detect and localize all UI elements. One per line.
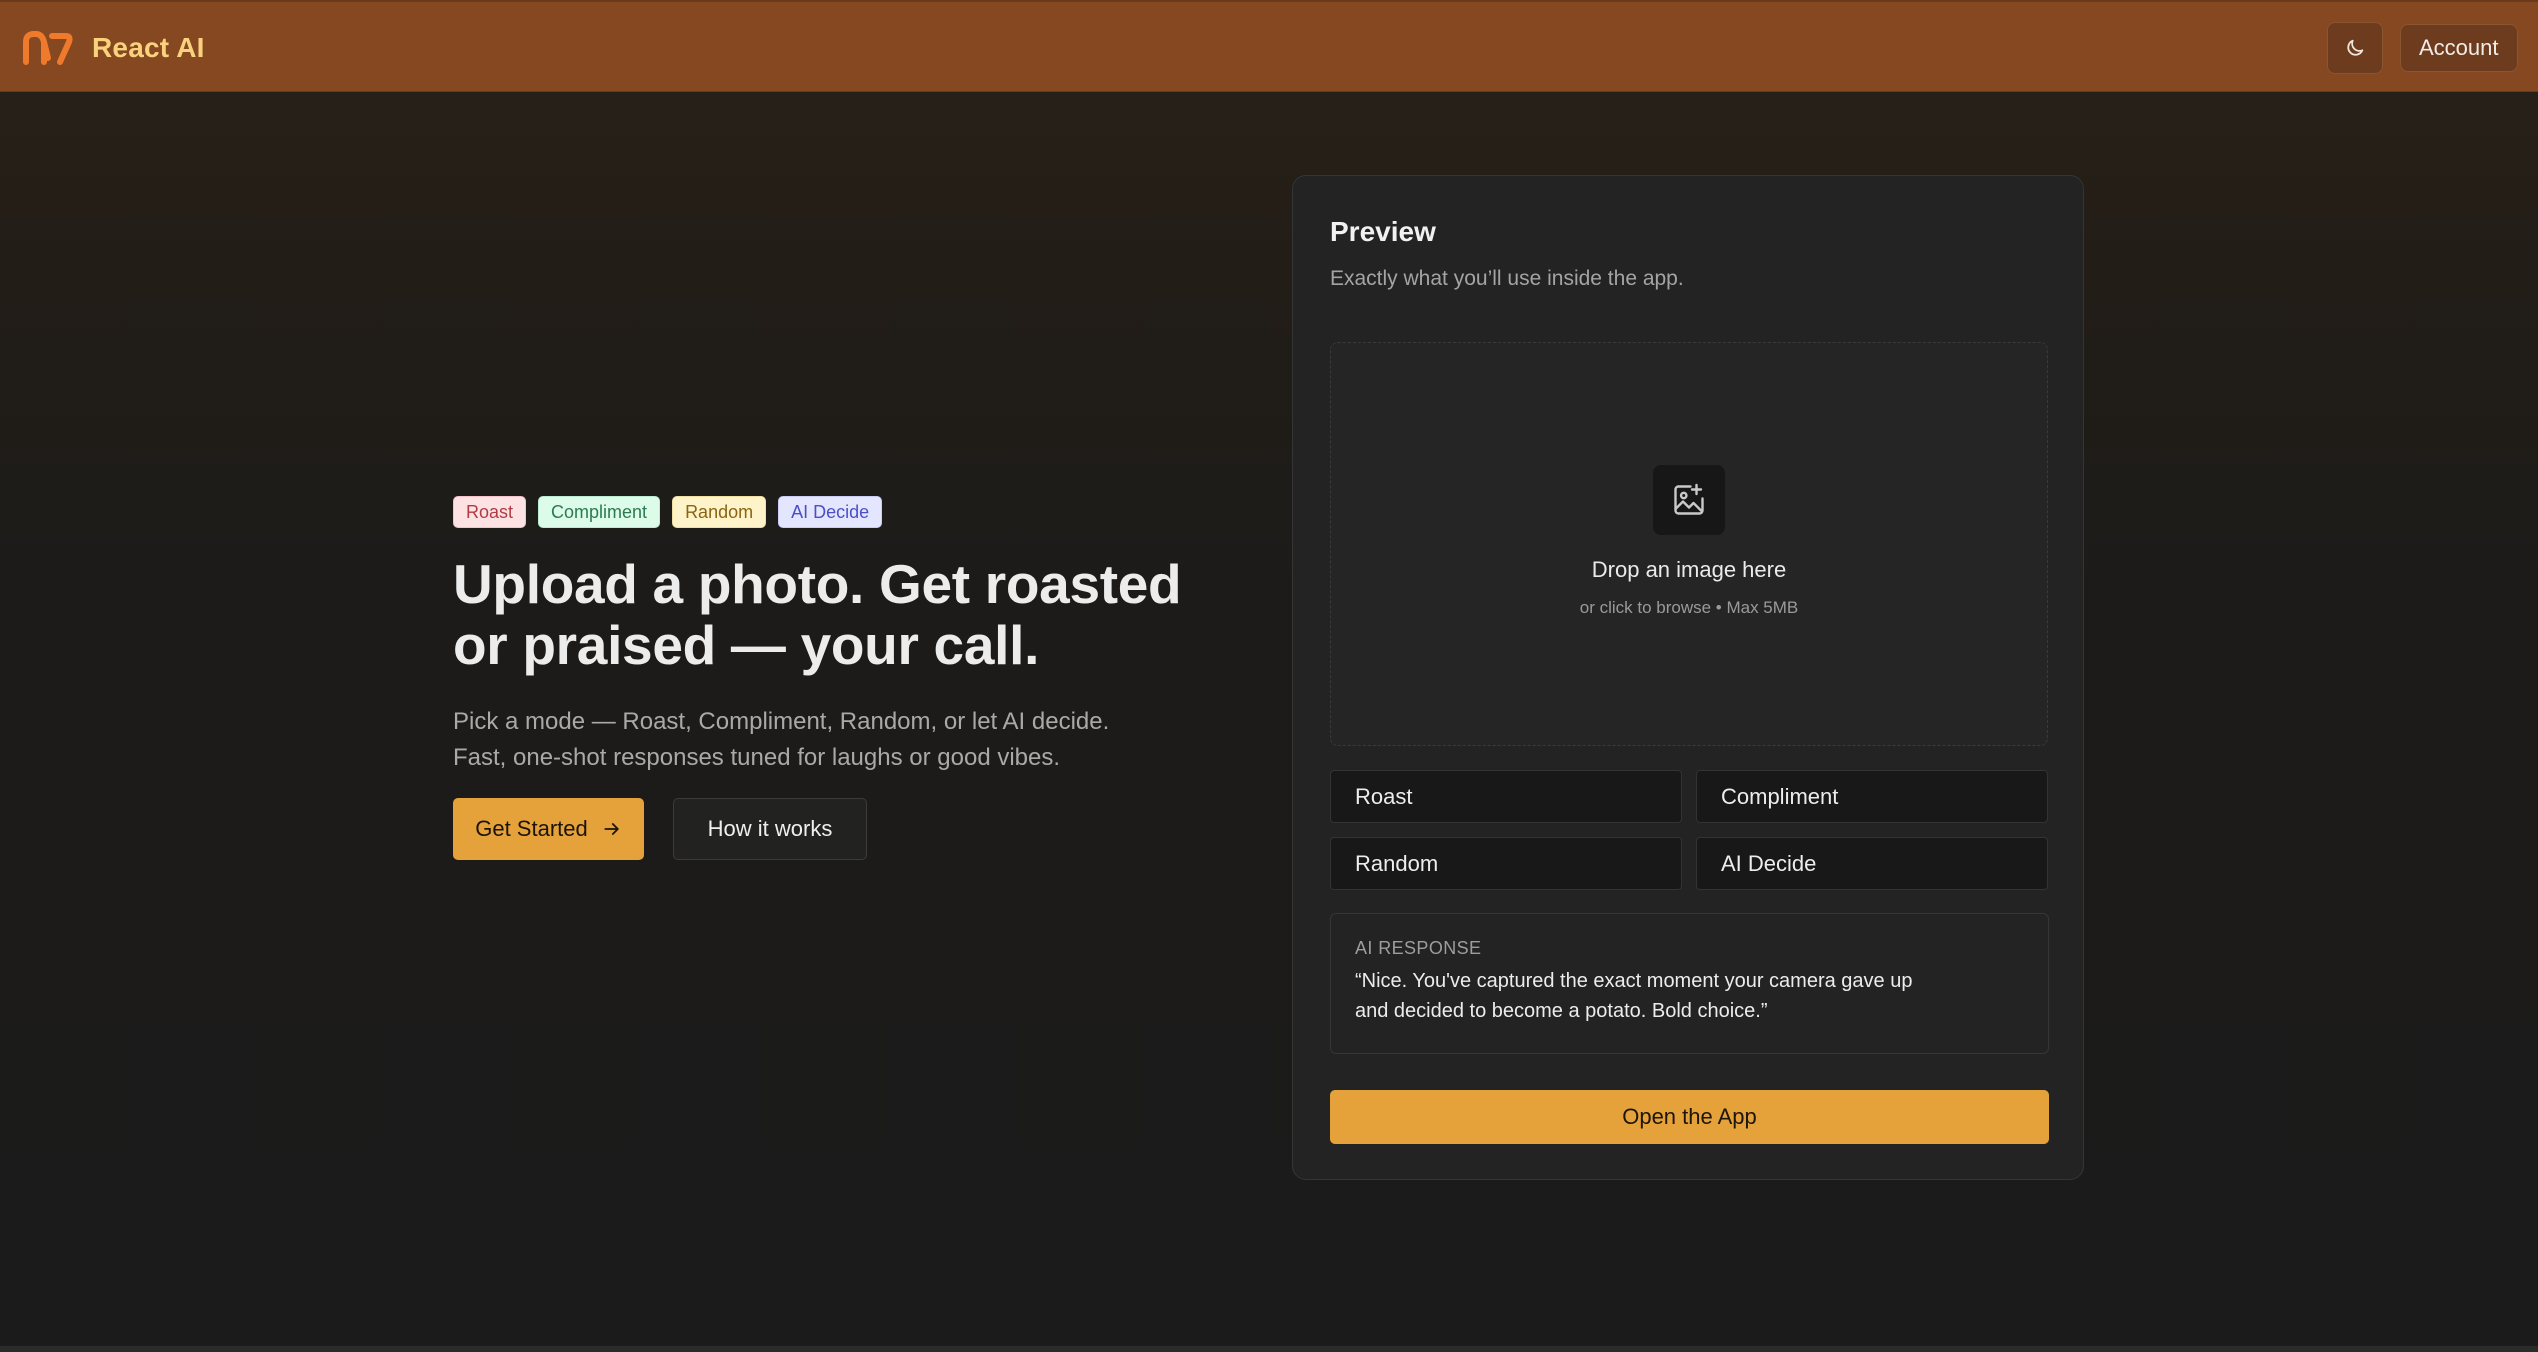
hero-subtitle-line-1: Pick a mode — Roast, Compliment, Random,… [453,708,1110,735]
dropzone-hint: or click to browse • Max 5MB [1579,598,1799,617]
mode-compliment-button[interactable]: Compliment [1696,770,2048,823]
mode-selector: Roast Compliment Random AI Decide [1330,770,2049,890]
tag-compliment: Compliment [538,496,661,528]
tag-random: Random [672,496,767,528]
get-started-button[interactable]: Get Started [453,798,644,860]
ai-response-text: “Nice. You've captured the exact moment … [1355,970,1913,1022]
brand[interactable]: React AI [22,28,205,68]
image-plus-icon-box [1653,465,1725,535]
hero-subtitle-line-2: Fast, one-shot responses tuned for laugh… [453,744,1061,771]
tag-ai-decide: AI Decide [778,496,883,528]
top-navbar: React AI Account [0,0,2538,92]
cta-row: Get Started How it works [453,798,867,860]
moon-icon [2347,39,2364,56]
get-started-label: Get Started [475,816,588,841]
preview-card: Preview Exactly what you’ll use inside t… [1292,175,2084,1180]
react-ai-logo-icon [23,31,73,65]
mode-roast-button[interactable]: Roast [1330,770,1682,823]
open-app-button[interactable]: Open the App [1330,1090,2049,1144]
arrow-right-icon [604,823,619,835]
ai-response-box: AI RESPONSE “Nice. You've captured the e… [1330,913,2049,1054]
hero-section: Roast Compliment Random AI Decide Upload… [453,496,1253,860]
how-it-works-button[interactable]: How it works [673,798,867,860]
image-dropzone[interactable]: Drop an image here or click to browse • … [1330,342,2048,746]
brand-name: React AI [92,32,205,63]
image-plus-icon [1674,483,1704,515]
theme-toggle-button[interactable] [2327,22,2383,74]
hero-subtitle: Pick a mode — Roast, Compliment, Random,… [453,704,1193,776]
mode-random-button[interactable]: Random [1330,837,1682,890]
hero-title: Upload a photo. Get roasted or praised —… [453,553,1182,676]
ai-response-label: AI RESPONSE [1355,938,1482,958]
preview-title: Preview [1330,216,1436,247]
preview-subtitle: Exactly what you’ll use inside the app. [1330,267,1684,290]
mode-tags: Roast Compliment Random AI Decide [453,496,1253,528]
dropzone-title: Drop an image here [1591,557,1787,582]
account-button[interactable]: Account [2400,24,2518,72]
mode-ai-decide-button[interactable]: AI Decide [1696,837,2048,890]
horizontal-scrollbar[interactable] [0,1346,2538,1352]
tag-roast: Roast [453,496,527,528]
